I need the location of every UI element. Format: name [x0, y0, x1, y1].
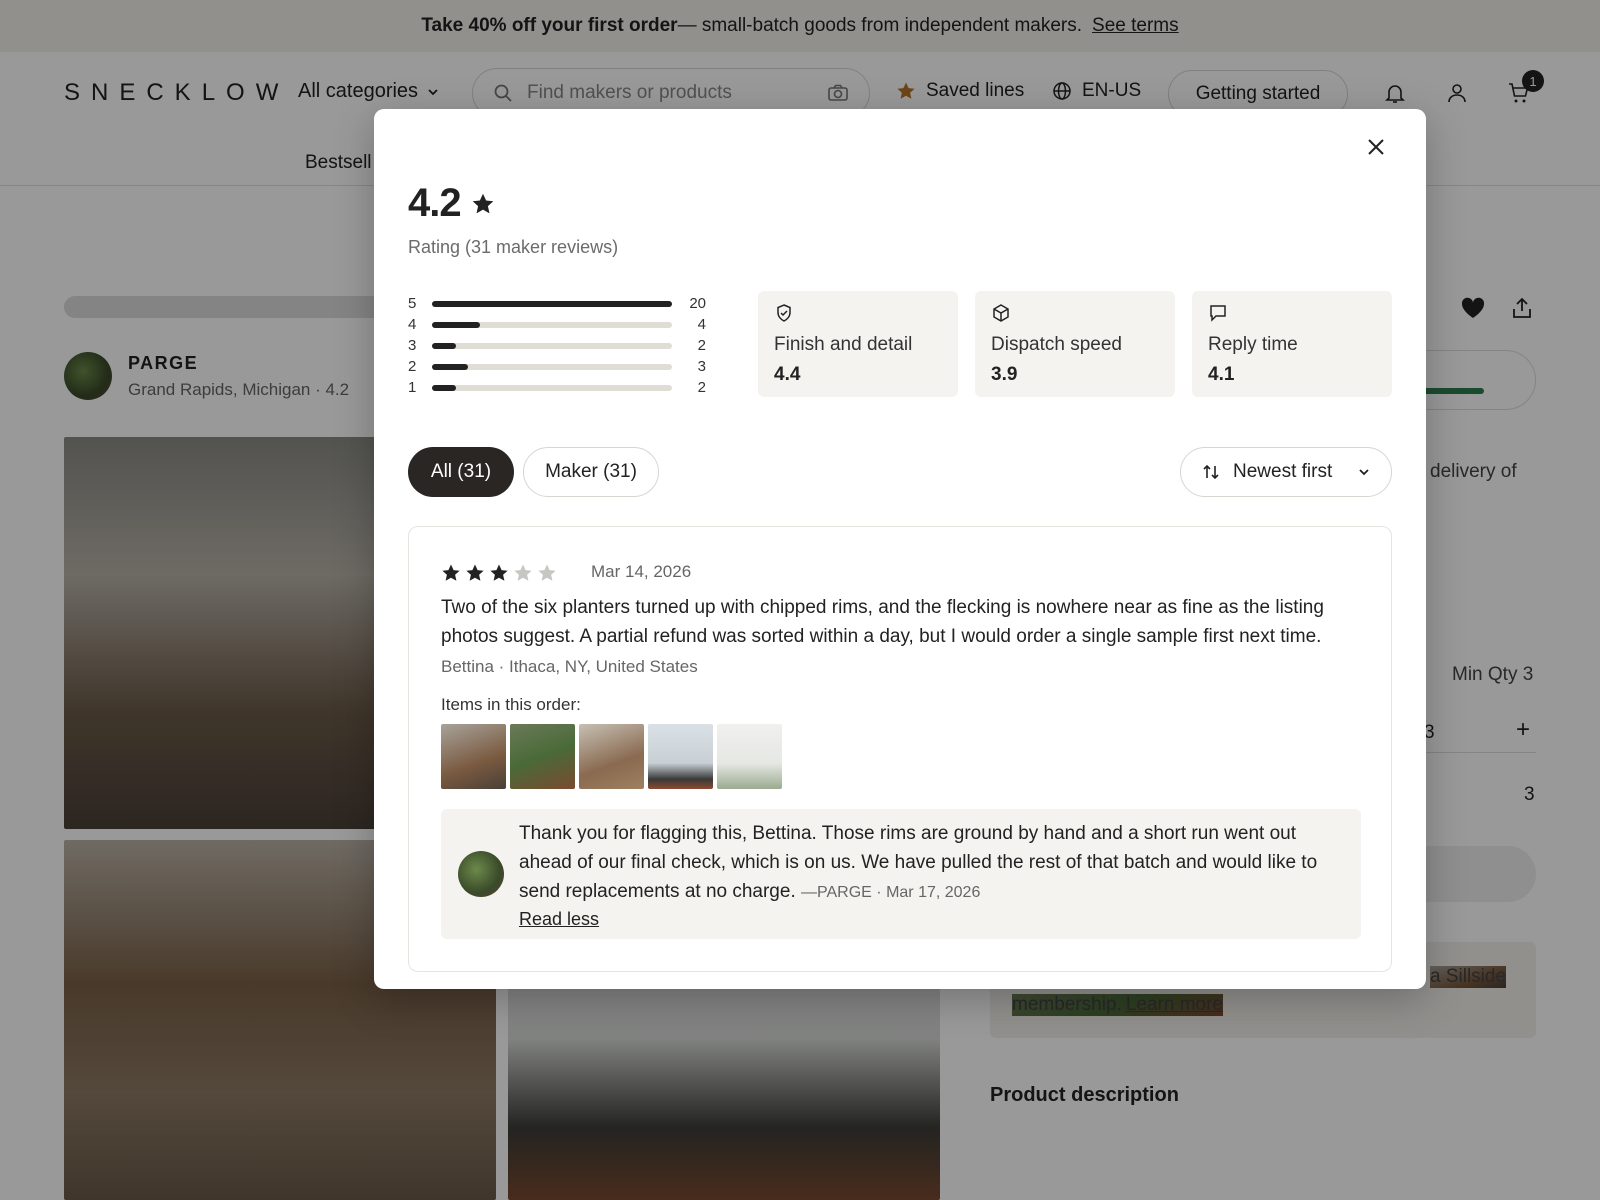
rating-distribution-row: 5 20: [408, 293, 706, 314]
sort-dropdown[interactable]: Newest first: [1180, 447, 1392, 497]
rating-count: 4: [697, 316, 706, 333]
chat-bubble-icon: [1210, 305, 1226, 322]
sort-label: Newest first: [1233, 461, 1333, 482]
order-items-thumbnails: [441, 724, 782, 789]
close-icon: [1368, 139, 1384, 155]
rating-bar-track: [432, 342, 672, 349]
star-filled-icon: [442, 564, 460, 581]
rating-count: 2: [697, 379, 706, 396]
order-item-thumbnail[interactable]: [717, 724, 782, 789]
order-item-thumbnail[interactable]: [441, 724, 506, 789]
order-item-thumbnail[interactable]: [510, 724, 575, 789]
rating-star-level: 2: [408, 358, 417, 375]
metric-label: Finish and detail: [774, 334, 913, 355]
filter-all-button[interactable]: All (31): [408, 447, 514, 497]
review-body: Two of the six planters turned up with c…: [441, 597, 1324, 647]
rating-distribution-row: 44: [408, 314, 706, 335]
rating-score: 4.2: [408, 181, 495, 226]
rating-count: 2: [697, 337, 706, 354]
rating-distribution-row: 32: [408, 335, 706, 356]
read-less-link[interactable]: Read less: [519, 909, 599, 930]
maker-reply-avatar: [458, 851, 504, 897]
rating-bar-track: [432, 363, 672, 370]
sort-icon: [1203, 464, 1219, 480]
rating-bar-track: [432, 321, 672, 328]
metric-label: Reply time: [1208, 334, 1298, 355]
maker-reply: Thank you for flagging this, Bettina. Th…: [441, 809, 1361, 939]
rating-count: 3: [697, 358, 706, 375]
metric-value: 4.1: [1208, 364, 1235, 385]
rating-star-level: 4: [408, 316, 417, 333]
rating-bar-fill: [432, 321, 480, 328]
star-filled-icon: [466, 564, 484, 581]
rating-bar-fill: [432, 300, 672, 307]
metric-value: 4.4: [774, 364, 801, 385]
star-empty-icon: [538, 564, 556, 581]
metric-label: Dispatch speed: [991, 334, 1122, 355]
box-icon: [993, 304, 1009, 322]
close-button[interactable]: [1362, 133, 1390, 161]
rating-distribution: 5 20 4 4 3 2 2 3 1 2: [408, 293, 706, 398]
star-empty-icon: [514, 564, 532, 581]
reviews-modal: 4.2 Rating (31 maker reviews) 5 20 4 4 3 2 2 3 1…: [374, 109, 1426, 989]
review-card: Mar 14, 2026 Two of the six planters tur…: [408, 526, 1392, 972]
metric-reply-time: Reply time 4.1: [1192, 291, 1392, 397]
filter-maker-button[interactable]: Maker (31): [523, 447, 659, 497]
star-icon: [472, 193, 493, 213]
order-item-thumbnail[interactable]: [648, 724, 713, 789]
rating-value: 4.2: [408, 181, 462, 225]
metric-value: 3.9: [991, 364, 1018, 385]
rating-caption: Rating (31 maker reviews): [408, 237, 619, 257]
maker-reply-text: Thank you for flagging this, Bettina. Th…: [519, 819, 1339, 907]
rating-bar-track: [432, 300, 672, 307]
rating-bar-fill: [432, 384, 456, 391]
review-stars: [441, 563, 557, 583]
star-filled-icon: [490, 564, 508, 581]
rating-bar-fill: [432, 342, 456, 349]
order-item-thumbnail[interactable]: [579, 724, 644, 789]
rating-distribution-row: 12: [408, 377, 706, 398]
rating-count: 20: [689, 295, 706, 312]
rating-distribution-row: 23: [408, 356, 706, 377]
rating-bar-track: [432, 384, 672, 391]
order-items-label: Items in this order:: [441, 695, 581, 714]
review-author: Bettina · Ithaca, NY, United States: [441, 657, 698, 676]
rating-star-level: 3: [408, 337, 417, 354]
maker-reply-meta: —PARGE · Mar 17, 2026: [801, 884, 981, 901]
rating-bar-fill: [432, 363, 468, 370]
shield-check-icon: [777, 304, 791, 322]
chevron-down-icon: [1359, 469, 1369, 476]
review-date: Mar 14, 2026: [591, 562, 692, 581]
metric-finish-detail: Finish and detail 4.4: [758, 291, 958, 397]
rating-star-level: 1: [408, 379, 417, 396]
rating-star-level: 5: [408, 295, 417, 312]
metric-dispatch-speed: Dispatch speed 3.9: [975, 291, 1175, 397]
